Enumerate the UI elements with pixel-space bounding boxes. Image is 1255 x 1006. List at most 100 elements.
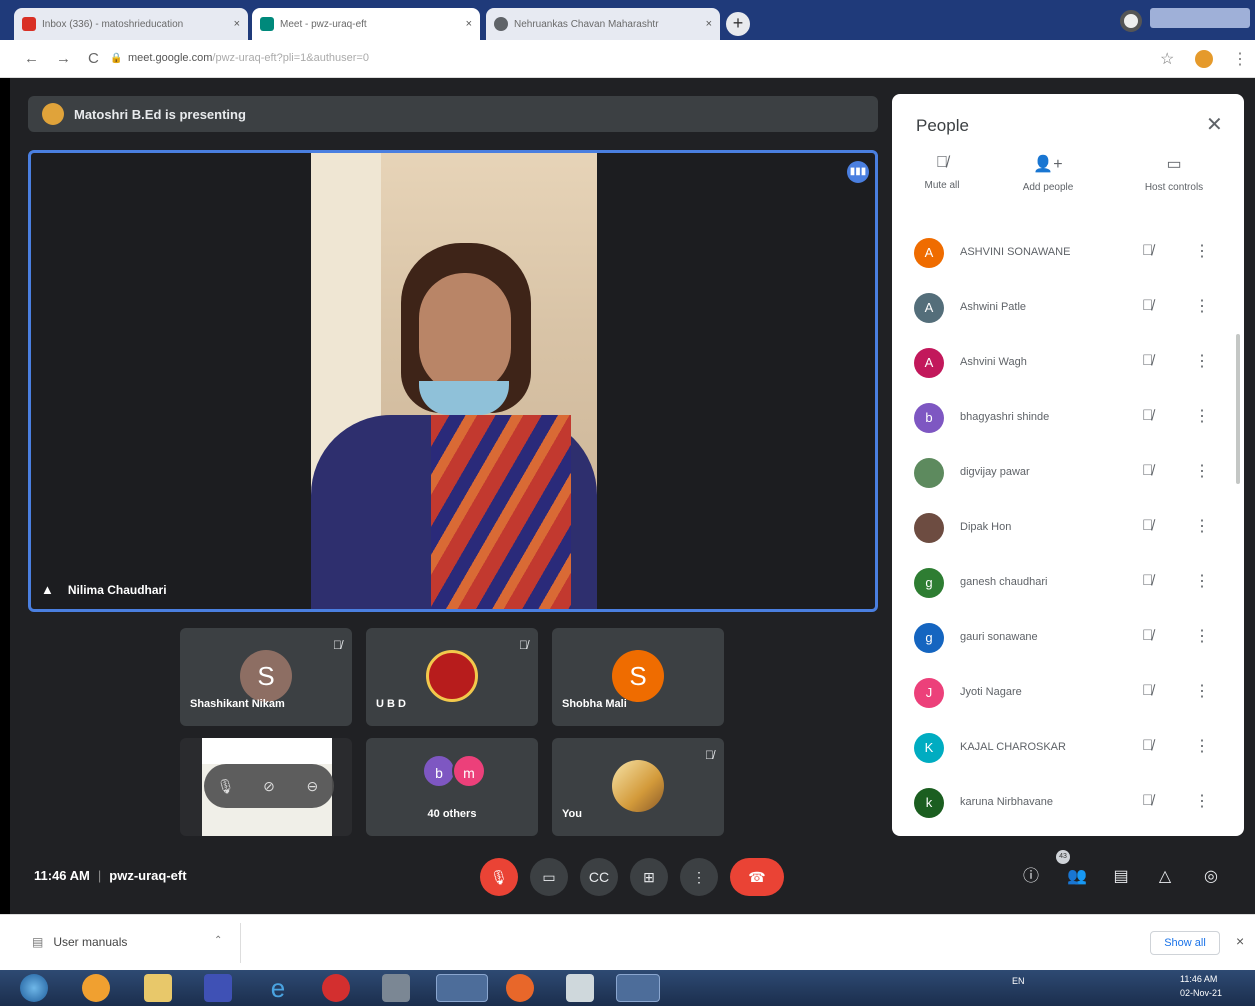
participant-row[interactable]: Dipak Hon 🎙̸ ⋮ xyxy=(892,501,1244,556)
camera-toggle-button[interactable]: ▭ xyxy=(530,858,568,896)
participant-tile[interactable]: S 🎙̸ Shashikant Nikam xyxy=(180,628,352,726)
participant-tile[interactable]: 🎙̸ U B D xyxy=(366,628,538,726)
participant-name: Shobha Mali xyxy=(562,698,627,710)
others-tile[interactable]: b m 40 others xyxy=(366,738,538,836)
participant-row[interactable]: A Ashvini Wagh 🎙̸ ⋮ xyxy=(892,336,1244,391)
more-vert-icon[interactable]: ⋮ xyxy=(1194,406,1210,426)
participant-row[interactable]: A Ashwini Patle 🎙̸ ⋮ xyxy=(892,281,1244,336)
app-icon[interactable] xyxy=(382,974,410,1002)
file-explorer-icon[interactable] xyxy=(144,974,172,1002)
chat-icon[interactable]: ▤ xyxy=(1106,862,1136,892)
avatar: S xyxy=(612,650,664,702)
meeting-details-icon[interactable]: ⓘ xyxy=(1016,862,1046,892)
window-controls[interactable] xyxy=(1150,8,1250,28)
mic-toggle-button[interactable]: 🎙 xyxy=(480,858,518,896)
more-icon[interactable]: ⊖ xyxy=(298,772,326,800)
more-vert-icon[interactable]: ⋮ xyxy=(1194,461,1210,481)
mute-all-button[interactable]: 🎙̸ Mute all xyxy=(914,154,970,191)
mic-off-icon[interactable]: 🎙̸ xyxy=(1142,407,1153,424)
tab-gmail[interactable]: Inbox (336) - matoshrieducation × xyxy=(14,8,248,40)
show-all-button[interactable]: Show all xyxy=(1150,931,1220,955)
forward-icon[interactable]: → xyxy=(56,50,71,67)
participant-row[interactable]: digvijay pawar 🎙̸ ⋮ xyxy=(892,446,1244,501)
more-vert-icon[interactable]: ⋮ xyxy=(1194,351,1210,371)
self-preview-tile[interactable]: 🎙 ⊘ ⊖ xyxy=(180,738,352,836)
activities-icon[interactable]: △ xyxy=(1150,862,1180,892)
participant-row[interactable]: b bhagyashri shinde 🎙̸ ⋮ xyxy=(892,391,1244,446)
panel-scrollbar[interactable] xyxy=(1236,334,1240,484)
tab-close-icon[interactable]: × xyxy=(706,18,712,30)
more-vert-icon[interactable]: ⋮ xyxy=(1194,571,1210,591)
more-vert-icon[interactable]: ⋮ xyxy=(1194,296,1210,316)
app-icon[interactable] xyxy=(566,974,594,1002)
add-people-button[interactable]: 👤+ Add people xyxy=(1010,154,1086,193)
language-indicator[interactable]: EN xyxy=(1012,976,1025,986)
mic-off-icon[interactable]: 🎙̸ xyxy=(1142,517,1153,534)
participant-tile[interactable]: S Shobha Mali xyxy=(552,628,724,726)
host-controls-icon[interactable]: ◎ xyxy=(1196,862,1226,892)
avatar: m xyxy=(452,754,486,788)
participant-row[interactable]: g gauri sonawane 🎙̸ ⋮ xyxy=(892,611,1244,666)
more-vert-icon[interactable]: ⋮ xyxy=(1194,516,1210,536)
mic-off-icon[interactable]: 🎙̸ xyxy=(1142,737,1153,754)
chrome-taskbar-icon[interactable] xyxy=(436,974,488,1002)
main-speaker-tile[interactable]: ▮▮▮ ▲ Nilima Chaudhari xyxy=(28,150,878,612)
firefox-icon[interactable] xyxy=(506,974,534,1002)
captions-button[interactable]: CC xyxy=(580,858,618,896)
mic-icon[interactable]: 🎙 xyxy=(212,772,240,800)
mic-off-icon[interactable]: 🎙̸ xyxy=(1142,462,1153,479)
more-options-button[interactable]: ⋮ xyxy=(680,858,718,896)
mic-off-icon[interactable]: 🎙̸ xyxy=(1142,242,1153,259)
you-tile[interactable]: 🎙̸ You xyxy=(552,738,724,836)
mic-off-icon[interactable]: 🎙̸ xyxy=(1142,627,1153,644)
reload-icon[interactable]: C xyxy=(88,50,99,67)
mic-off-icon[interactable]: 🎙̸ xyxy=(1142,792,1153,809)
more-vert-icon[interactable]: ⋮ xyxy=(1194,241,1210,261)
bookmark-star-icon[interactable]: ☆ xyxy=(1160,49,1174,69)
clock-date[interactable]: 02-Nov-21 xyxy=(1180,988,1222,998)
tab-close-icon[interactable]: × xyxy=(466,18,472,30)
participant-row[interactable]: J Jyoti Nagare 🎙̸ ⋮ xyxy=(892,666,1244,721)
mic-off-icon[interactable]: 🎙̸ xyxy=(1142,572,1153,589)
mic-off-icon[interactable]: 🎙̸ xyxy=(1142,352,1153,369)
close-icon[interactable]: ✕ xyxy=(1206,112,1223,137)
close-icon[interactable]: × xyxy=(1236,933,1244,949)
pin-icon: ▲ xyxy=(41,582,54,597)
present-button[interactable]: ⊞ xyxy=(630,858,668,896)
app-icon[interactable] xyxy=(204,974,232,1002)
download-item[interactable]: ▤ User manuals xyxy=(32,935,127,949)
word-taskbar-icon[interactable] xyxy=(616,974,660,1002)
tab-other[interactable]: Nehruankas Chavan Maharashtr × xyxy=(486,8,720,40)
browser-menu-icon[interactable]: ⋮ xyxy=(1232,49,1248,69)
mic-off-icon[interactable]: 🎙̸ xyxy=(1142,297,1153,314)
presenting-banner: Matoshri B.Ed is presenting xyxy=(28,96,878,132)
more-vert-icon[interactable]: ⋮ xyxy=(1194,681,1210,701)
people-icon[interactable]: 👥 xyxy=(1062,862,1092,892)
more-vert-icon[interactable]: ⋮ xyxy=(1194,626,1210,646)
url-field[interactable]: meet.google.com/pwz-uraq-eft?pli=1&authu… xyxy=(128,52,369,64)
presenting-text: Matoshri B.Ed is presenting xyxy=(74,106,246,122)
opera-icon[interactable] xyxy=(322,974,350,1002)
host-controls-button[interactable]: ▭ Host controls xyxy=(1126,154,1222,193)
chevron-up-icon[interactable]: ⌃ xyxy=(214,935,222,946)
clock-time[interactable]: 11:46 AM xyxy=(1180,974,1217,984)
new-tab-button[interactable]: + xyxy=(726,12,750,36)
extension-icon[interactable] xyxy=(1195,50,1213,68)
mic-off-icon[interactable]: ⊘ xyxy=(255,772,283,800)
participant-row[interactable]: K KAJAL CHAROSKAR 🎙̸ ⋮ xyxy=(892,721,1244,776)
url-host: meet.google.com xyxy=(128,52,213,64)
participant-row[interactable]: A ASHVINI SONAWANE 🎙̸ ⋮ xyxy=(892,226,1244,281)
tab-close-icon[interactable]: × xyxy=(234,18,240,30)
mic-off-icon[interactable]: 🎙̸ xyxy=(1142,682,1153,699)
media-player-icon[interactable] xyxy=(82,974,110,1002)
more-vert-icon[interactable]: ⋮ xyxy=(1194,736,1210,756)
profile-avatar[interactable] xyxy=(1120,10,1142,32)
internet-explorer-icon[interactable]: e xyxy=(264,974,292,1002)
participant-row[interactable]: g ganesh chaudhari 🎙̸ ⋮ xyxy=(892,556,1244,611)
start-button[interactable] xyxy=(20,974,48,1002)
participant-row[interactable]: k karuna Nirbhavane 🎙̸ ⋮ xyxy=(892,776,1244,831)
back-icon[interactable]: ← xyxy=(24,50,39,67)
leave-call-button[interactable]: ☎ xyxy=(730,858,784,896)
more-vert-icon[interactable]: ⋮ xyxy=(1194,791,1210,811)
tab-meet[interactable]: Meet - pwz-uraq-eft × xyxy=(252,8,480,40)
